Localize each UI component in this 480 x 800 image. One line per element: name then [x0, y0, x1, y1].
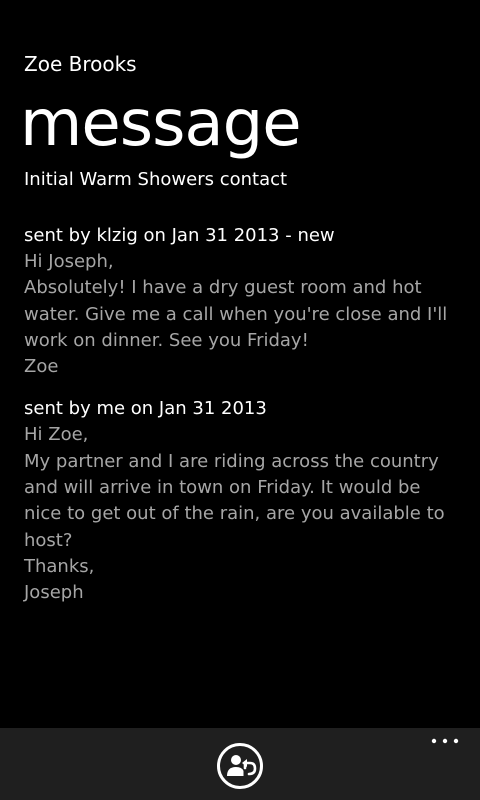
message-line: Hi Joseph, — [24, 251, 114, 272]
app-bar — [0, 728, 480, 800]
message-line: Absolutely! I have a dry guest room and … — [24, 277, 422, 299]
reply-icon — [217, 743, 263, 789]
message-line: My partner and I are riding across the c… — [24, 450, 439, 472]
message-line: and will arrive in town on Friday. It wo… — [24, 477, 421, 499]
message-item[interactable]: sent by klzig on Jan 31 2013 - new Hi Jo… — [24, 223, 464, 380]
message-thread: sent by klzig on Jan 31 2013 - new Hi Jo… — [24, 223, 464, 623]
message-header: sent by me on Jan 31 2013 — [24, 398, 267, 420]
message-line: Thanks, — [24, 555, 95, 577]
message-item[interactable]: sent by me on Jan 31 2013 Hi Zoe, My par… — [24, 396, 464, 606]
message-subject: Initial Warm Showers contact — [24, 169, 288, 190]
message-line: Joseph — [24, 582, 84, 604]
message-line: water. Give me a call when you're close … — [24, 303, 448, 325]
page-title: message — [20, 87, 302, 161]
message-line: Hi Zoe, — [24, 424, 89, 446]
more-options-icon[interactable] — [430, 736, 460, 746]
message-header: sent by klzig on Jan 31 2013 - new — [24, 225, 335, 246]
message-body: Hi Zoe, My partner and I are riding acro… — [24, 422, 464, 606]
app-title: Zoe Brooks — [24, 52, 137, 76]
message-line: work on dinner. See you Friday! — [24, 329, 309, 351]
message-line: host? — [24, 529, 73, 551]
message-line: nice to get out of the rain, are you ava… — [24, 503, 445, 525]
message-line: Zoe — [24, 356, 59, 378]
message-body: Hi Joseph, Absolutely! I have a dry gues… — [24, 249, 464, 380]
reply-button[interactable] — [216, 742, 264, 790]
